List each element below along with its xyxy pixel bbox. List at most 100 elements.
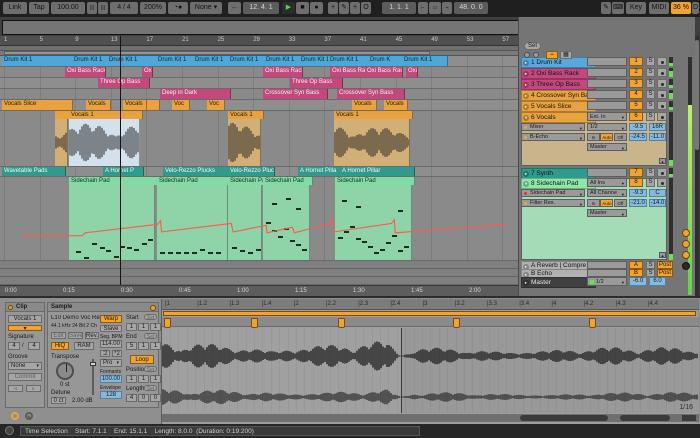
return-io-box[interactable] [587, 269, 627, 277]
key-map-button[interactable]: Key [626, 2, 646, 14]
track-name-8[interactable]: 8 Sidechain Pad▾ [521, 178, 596, 189]
gain-slider[interactable] [92, 359, 94, 395]
track-arm-button[interactable] [657, 57, 667, 66]
sample-loop-brace[interactable] [163, 311, 696, 316]
start-value[interactable]: 111 [126, 323, 162, 331]
clip-body-sidechain-pad[interactable] [335, 185, 412, 260]
track-name-6[interactable]: 6 Vocals▾ [521, 112, 596, 123]
io-radio-left[interactable] [524, 52, 530, 58]
clip-synth[interactable]: A Hornet Pilla [298, 167, 341, 176]
groove-chooser[interactable]: None▾ [8, 362, 42, 370]
reverse-sample-button[interactable]: Rev. [85, 332, 99, 339]
track-solo-button[interactable]: S [646, 79, 655, 88]
clip-three-op-bass[interactable]: Three Op Bass [290, 78, 343, 88]
monitor-off[interactable]: Off [614, 199, 627, 207]
midi-map-button[interactable]: MIDI [649, 2, 669, 14]
return-number[interactable]: A [629, 261, 643, 269]
output-chooser[interactable]: Master▾ [587, 209, 627, 217]
io-show-icon[interactable]: ⌁ [546, 51, 558, 59]
punch-out-button[interactable]: ¬ [442, 2, 452, 14]
track-fold-icon[interactable]: ▸ [523, 82, 529, 88]
position-value-part[interactable]: 1 [138, 375, 149, 383]
track-volume-field[interactable]: -21.0 [629, 199, 647, 207]
track-number[interactable]: 5 [629, 101, 643, 110]
transpose-knob[interactable] [56, 362, 74, 380]
track-volume-field[interactable]: -9.3 [629, 189, 647, 197]
track-input-chooser[interactable] [587, 57, 627, 66]
editor-scroll-thumb[interactable] [520, 415, 608, 421]
loop-switch[interactable]: ▭ [429, 2, 441, 14]
track-volume-field[interactable]: -24.5 [629, 133, 647, 141]
clip-vocals-slice[interactable]: Vocals [384, 100, 408, 110]
track-number[interactable]: 4 [629, 90, 643, 99]
commit-button[interactable]: Commit [8, 373, 42, 381]
clip-sidechain-pad[interactable]: Sidechain Pad [157, 177, 231, 185]
master-pan-field[interactable]: 6.0 [649, 277, 666, 286]
track-fold-icon[interactable]: ▸ [523, 93, 529, 99]
clip-drum-kit[interactable]: Drum Kit 1 [107, 56, 144, 66]
length-value-part[interactable]: 4 [126, 394, 137, 402]
track-name-5[interactable]: 5 Vocals Slice▸ [521, 101, 596, 112]
track-solo-button[interactable]: S [646, 90, 655, 99]
track-fold-icon[interactable]: ▸ [523, 171, 529, 177]
solo-cue-button[interactable] [682, 240, 690, 248]
gain-value[interactable]: 2.00 dB [72, 398, 93, 405]
monitor-auto[interactable]: Auto [600, 199, 613, 207]
device-chooser[interactable]: Sidechain Pad▾ [521, 189, 585, 197]
warp-marker[interactable] [251, 318, 258, 328]
clip-synth[interactable]: Velo-Rezzo Plucks [163, 167, 231, 176]
signature-numerator[interactable]: 4 [8, 342, 20, 350]
output-chooser[interactable]: 1/2▾ [587, 123, 627, 131]
clip-body-vocals[interactable] [69, 119, 140, 166]
track-input-chooser[interactable] [587, 101, 627, 110]
start-value-part[interactable]: 1 [150, 323, 161, 331]
device-chooser[interactable]: B-Echo▾ [521, 133, 585, 141]
nudge-back-button[interactable]: ◃ [8, 385, 23, 392]
return-number[interactable]: B [629, 269, 643, 277]
time-ruler[interactable]: 0:000:150:300:451:001:151:301:452:00 [0, 285, 518, 296]
editor-zoom-thumb[interactable] [620, 415, 670, 421]
track-pan-field[interactable]: -11.0 [649, 133, 666, 141]
clip-drum-kit[interactable]: Drum Kit 1 [299, 56, 329, 66]
track-volume-field[interactable]: -9.5 [629, 123, 647, 131]
clip-synth[interactable]: Wavetable Pads [2, 167, 66, 176]
clip-body-sidechain-pad[interactable] [157, 185, 228, 260]
output-chooser[interactable]: All Channe▾ [587, 189, 627, 197]
nudge-forward-button[interactable]: ▹ [26, 385, 41, 392]
double-tempo-button[interactable]: *2 [112, 350, 122, 357]
position-set-button[interactable]: Set [144, 366, 157, 372]
return-post-toggle[interactable]: Post [657, 261, 673, 269]
clip-activator-led[interactable] [8, 305, 13, 310]
warp-marker[interactable] [164, 318, 171, 328]
slave-toggle[interactable]: Slave [100, 325, 122, 332]
punch-in-button[interactable]: ⌐ [418, 2, 428, 14]
track-solo-button[interactable]: S [646, 68, 655, 77]
clip-body-sidechain-pad[interactable] [69, 185, 155, 260]
clip-drum-kit[interactable]: Drum Kit 1 [264, 56, 300, 66]
end-value-part[interactable]: 5 [126, 342, 137, 350]
clip-sidechain-pad[interactable]: Sidechain Pad [335, 177, 415, 185]
edit-sample-button[interactable]: Edit [51, 332, 66, 339]
position-value-part[interactable]: 1 [150, 375, 161, 383]
monitor-off[interactable]: Off [614, 133, 627, 141]
clip-vocals-slice[interactable]: Voc [172, 100, 190, 110]
return-post-toggle[interactable]: Post [657, 269, 673, 277]
envelope-panel-toggle[interactable]: ✎ [25, 412, 33, 420]
position-value[interactable]: 111 [126, 375, 162, 383]
clip-sidechain-pad[interactable]: Sidechain Pad [69, 177, 158, 185]
gain-slider-handle[interactable] [90, 362, 96, 366]
warp-marker[interactable] [338, 318, 345, 328]
clip-drum-kit[interactable]: Drum Kit 1 [328, 56, 369, 66]
seg-bpm-value[interactable]: 114.00 [100, 340, 122, 348]
monitor-auto[interactable]: Auto [600, 133, 613, 141]
clip-vocals-slice[interactable]: Voc [207, 100, 225, 110]
track-input-chooser[interactable] [587, 90, 627, 99]
clip-vocals-slice[interactable] [147, 100, 160, 110]
track-arm-button[interactable] [657, 112, 667, 121]
clip-oxi-bass-rack[interactable]: Ox [142, 67, 153, 77]
formants-value[interactable]: 100.00 [100, 375, 122, 383]
tap-tempo-button[interactable]: Tap [29, 2, 49, 14]
clip-vocals[interactable]: Vocals 1 [228, 111, 264, 119]
return-solo-button[interactable]: S [646, 261, 655, 269]
monitor-in[interactable]: In [587, 133, 600, 141]
